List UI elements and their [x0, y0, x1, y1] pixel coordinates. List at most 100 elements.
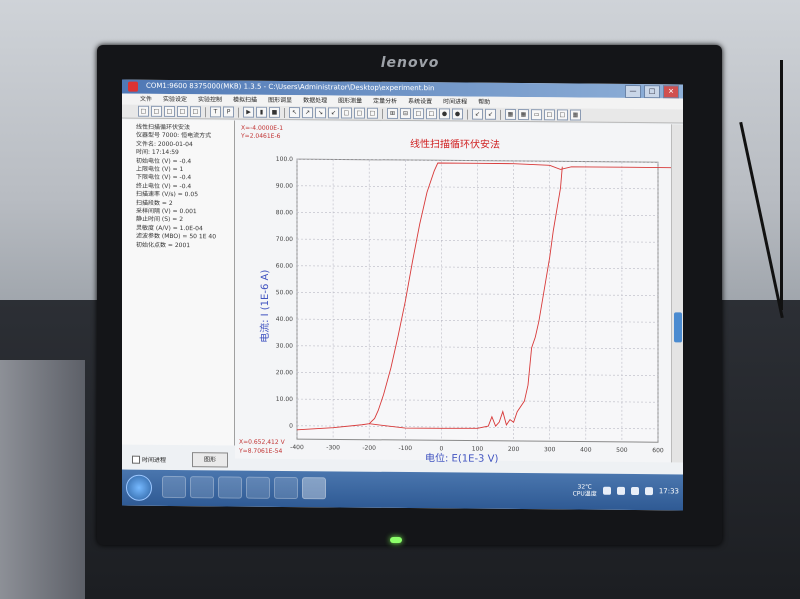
- app-icon: [128, 81, 138, 92]
- volume-icon[interactable]: [630, 486, 639, 496]
- toolbar-button[interactable]: □: [341, 107, 352, 119]
- toolbar-button[interactable]: ↘: [315, 107, 326, 119]
- toolbar-button[interactable]: ▦: [505, 108, 516, 120]
- toolbar-button[interactable]: □: [426, 108, 437, 120]
- taskbar-app-icon[interactable]: [246, 476, 270, 499]
- taskbar: 32℃ CPU温度 17:33: [122, 469, 683, 511]
- cpu-temperature: 32℃ CPU温度: [572, 483, 597, 498]
- toolbar-button[interactable]: □: [557, 109, 568, 121]
- toolbar-button[interactable]: □: [367, 107, 378, 119]
- scrollbar-thumb[interactable]: [674, 312, 682, 343]
- monitor-brand-logo: lenovo: [380, 55, 440, 71]
- toolbar-button[interactable]: ↙: [328, 107, 339, 119]
- cv-chart: -400 -300 -200 -100 0 100 200 300 400 500 600 0 10.0…: [276, 156, 671, 454]
- x-tick-label: 400: [580, 447, 592, 454]
- toolbar-button[interactable]: ▮: [256, 106, 267, 118]
- menu-time-process[interactable]: 时间进程: [443, 96, 467, 107]
- taskbar-media-icon[interactable]: [190, 476, 214, 499]
- toolbar-button[interactable]: ⊟: [400, 107, 411, 120]
- y-tick-label: 40.00: [276, 316, 293, 323]
- toolbar-button[interactable]: ↖: [289, 107, 300, 119]
- toolbar-button[interactable]: ▦: [518, 109, 529, 121]
- toolbar-button[interactable]: □: [190, 106, 201, 118]
- shield-icon[interactable]: [602, 486, 611, 495]
- toolbar-button[interactable]: ■: [269, 106, 280, 118]
- x-tick-label: 0: [439, 445, 443, 452]
- toolbar-button[interactable]: T: [210, 106, 221, 118]
- menu-system-settings[interactable]: 系统设置: [408, 96, 432, 107]
- y-tick-label: 0: [289, 423, 293, 430]
- toolbar-button[interactable]: P: [223, 106, 234, 118]
- menu-quantitative-analysis[interactable]: 定量分析: [373, 96, 397, 107]
- start-button[interactable]: [126, 474, 152, 501]
- taskbar-app-icon[interactable]: [274, 476, 298, 500]
- toolbar-button[interactable]: ⊞: [387, 107, 398, 119]
- x-tick-label: 600: [652, 447, 664, 454]
- toolbar-button[interactable]: ▭: [531, 109, 542, 121]
- toolbar-separator: [467, 109, 468, 120]
- menu-experiment-setup[interactable]: 实验设定: [163, 94, 187, 105]
- flag-icon[interactable]: [644, 487, 653, 496]
- maximize-button[interactable]: □: [644, 85, 660, 99]
- network-icon[interactable]: [616, 486, 625, 495]
- parameter-line: 扫描速率 (V/s) = 0.05: [136, 190, 199, 199]
- background-cable: [780, 60, 783, 310]
- toolbar-separator: [500, 109, 501, 120]
- x-tick-label: -400: [290, 444, 304, 451]
- taskbar-active-app-icon[interactable]: [302, 477, 326, 500]
- time-process-checkbox-label: 时间进程: [142, 456, 167, 464]
- menu-simulated-scan[interactable]: 模拟扫描: [233, 95, 257, 106]
- x-tick-label: 300: [544, 446, 556, 453]
- toolbar-button[interactable]: ▦: [570, 109, 581, 121]
- x-tick-label: -300: [326, 444, 340, 451]
- toolbar-button[interactable]: ↙: [485, 108, 496, 120]
- y-tick-label: 70.00: [276, 236, 293, 243]
- toolbar-button[interactable]: □: [151, 105, 162, 117]
- time-process-checkbox[interactable]: [132, 455, 140, 464]
- system-tray: 32℃ CPU温度 17:33: [573, 483, 679, 498]
- menu-file[interactable]: 文件: [140, 94, 152, 105]
- menu-graph-measure[interactable]: 图形测量: [338, 95, 362, 106]
- parameter-line: 时间: 17:14:59: [136, 148, 179, 157]
- y-tick-label: 90.00: [276, 183, 293, 190]
- toolbar-button[interactable]: ●: [439, 108, 450, 120]
- taskbar-explorer-icon[interactable]: [162, 475, 186, 499]
- parameter-panel: 线性扫描循环伏安法 仪器型号 7000: 恒电流方式 文件名: 2000-01-04…: [122, 119, 235, 468]
- x-tick-label: 200: [508, 446, 520, 453]
- power-led: [390, 537, 402, 543]
- taskbar-browser-icon[interactable]: [218, 476, 242, 499]
- toolbar-button[interactable]: ●: [452, 108, 463, 120]
- toolbar-separator: [205, 106, 206, 117]
- clock: 17:33: [658, 487, 679, 496]
- toolbar-button[interactable]: ↗: [302, 107, 313, 119]
- parameter-line: 初始化点数 = 2001: [136, 241, 191, 249]
- toolbar-button[interactable]: □: [138, 105, 149, 117]
- y-tick-label: 20.00: [276, 369, 293, 376]
- y-tick-label: 60.00: [276, 263, 293, 270]
- menu-help[interactable]: 帮助: [478, 97, 490, 108]
- graph-button[interactable]: 图形: [192, 452, 228, 468]
- toolbar-button[interactable]: ▶: [243, 106, 254, 118]
- toolbar-button[interactable]: □: [544, 109, 555, 121]
- plot-area[interactable]: X=-4.0000E-1 Y=2.0461E-6 线性扫描循环伏安法 电流: I…: [235, 120, 671, 465]
- window-title: COM1:9600 8375000(MKB) 1.3.5 - C:\Users\…: [146, 81, 435, 93]
- toolbar-button[interactable]: □: [177, 106, 188, 118]
- close-button[interactable]: ✕: [663, 85, 679, 99]
- vertical-scrollbar[interactable]: [671, 124, 683, 463]
- menu-experiment-control[interactable]: 实验控制: [198, 94, 222, 105]
- toolbar-separator: [382, 108, 383, 119]
- y-tick-label: 50.00: [276, 289, 293, 296]
- screen: COM1:9600 8375000(MKB) 1.3.5 - C:\Users\…: [122, 79, 683, 511]
- toolbar-button[interactable]: □: [413, 108, 424, 120]
- y-tick-label: 10.00: [276, 396, 293, 403]
- minimize-button[interactable]: —: [625, 84, 641, 99]
- menu-data-processing[interactable]: 数据处理: [303, 95, 327, 106]
- x-tick-label: -100: [398, 445, 412, 452]
- menu-graph-display[interactable]: 图形调显: [268, 95, 292, 106]
- toolbar-button[interactable]: □: [164, 105, 175, 118]
- toolbar-button[interactable]: □: [354, 107, 365, 119]
- y-tick-label: 80.00: [276, 209, 293, 216]
- x-tick-label: -200: [362, 445, 376, 452]
- parameter-line: 滤波参数 (MBO) = 50 1E 40: [136, 232, 217, 241]
- toolbar-button[interactable]: ↙: [472, 108, 483, 120]
